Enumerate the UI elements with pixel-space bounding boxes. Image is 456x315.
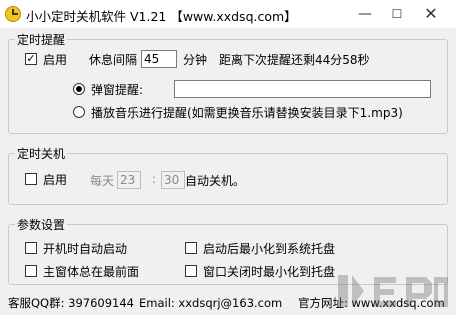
close-to-tray-checkbox[interactable] (185, 265, 197, 277)
auto-shutdown-label: 自动关机。 (185, 174, 246, 188)
reminder-enable-label: 启用 (43, 53, 68, 67)
close-to-tray-label: 窗口关闭时最小化到托盘 (203, 265, 336, 279)
minimize-button[interactable]: — (350, 0, 380, 28)
popup-reminder-label: 弹窗提醒: (91, 83, 144, 97)
daily-label: 每天 (90, 174, 115, 188)
minimize-tray-label: 启动后最小化到系统托盘 (203, 242, 336, 256)
interval-input[interactable]: 45 (141, 50, 177, 68)
watermark-logo-icon (338, 275, 448, 307)
popup-reminder-radio[interactable] (73, 83, 85, 95)
hour-input[interactable]: 23 (117, 171, 141, 189)
interval-unit-label: 分钟 (183, 53, 208, 67)
minimize-tray-checkbox[interactable] (185, 242, 197, 254)
clock-app-icon (5, 6, 21, 22)
checkmark-icon: ✓ (26, 52, 36, 65)
reminder-group-title: 定时提醒 (15, 31, 68, 48)
window-title: 小小定时关机软件 V1.21 【www.xxdsq.com】 (26, 9, 297, 24)
shutdown-enable-label: 启用 (43, 173, 68, 187)
qq-group-text: 客服QQ群: 397609144 (8, 296, 134, 310)
title-bar: 小小定时关机软件 V1.21 【www.xxdsq.com】 — ☐ ✕ (0, 0, 456, 28)
time-separator: : (152, 172, 157, 186)
settings-group-title: 参数设置 (15, 216, 68, 233)
autostart-label: 开机时自动启动 (43, 242, 128, 256)
autostart-checkbox[interactable] (25, 242, 37, 254)
reminder-group: 定时提醒 ✓ 启用 休息间隔 45 分钟 距离下次提醒还剩44分58秒 弹窗提醒… (8, 31, 448, 134)
countdown-text: 距离下次提醒还剩44分58秒 (219, 53, 370, 67)
always-on-top-label: 主窗体总在最前面 (43, 265, 140, 279)
popup-message-input[interactable] (174, 80, 431, 98)
music-reminder-label: 播放音乐进行提醒(如需更换音乐请替换安装目录下1.mp3) (91, 106, 403, 120)
reminder-enable-checkbox[interactable]: ✓ (25, 53, 37, 65)
shutdown-enable-checkbox[interactable] (25, 173, 37, 185)
shutdown-group: 定时关机 启用 每天 23 : 30 自动关机。 (8, 145, 448, 205)
shutdown-group-title: 定时关机 (15, 145, 68, 162)
interval-label: 休息间隔 (89, 53, 138, 67)
maximize-button[interactable]: ☐ (382, 0, 412, 28)
always-on-top-checkbox[interactable] (25, 265, 37, 277)
close-button[interactable]: ✕ (416, 0, 446, 28)
minute-input[interactable]: 30 (161, 171, 185, 189)
email-text: Email: xxdsqrj@163.com (139, 296, 283, 310)
music-reminder-radio[interactable] (73, 106, 85, 118)
